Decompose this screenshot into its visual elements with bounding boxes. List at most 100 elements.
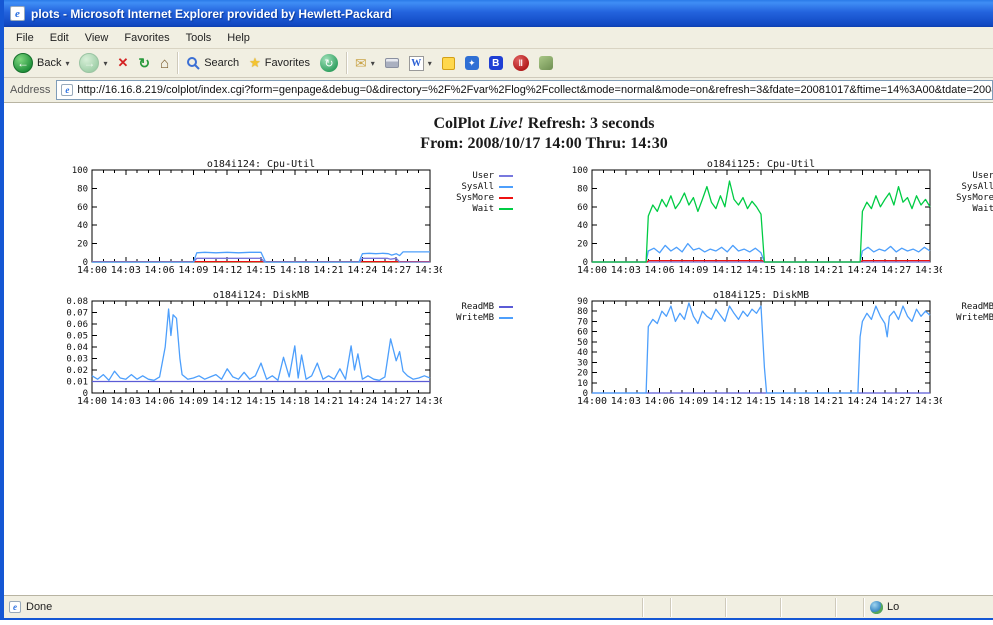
legend-cpu-o184i124: UserSysAllSysMoreWait — [442, 158, 513, 278]
menu-favorites[interactable]: Favorites — [116, 29, 177, 47]
svg-text:100: 100 — [572, 166, 588, 176]
back-dropdown-icon[interactable]: ▾ — [65, 59, 69, 68]
page-title-range: From: 2008/10/17 14:00 Thru: 14:30 — [4, 135, 993, 153]
svg-text:14:30: 14:30 — [915, 396, 942, 407]
svg-text:14:30: 14:30 — [415, 265, 442, 276]
hp-support-button[interactable] — [534, 54, 558, 72]
legend-line-swatch — [499, 186, 513, 188]
svg-text:14:27: 14:27 — [881, 265, 911, 276]
intranet-zone-icon — [870, 601, 883, 614]
favorites-button[interactable]: ★ Favorites — [244, 53, 315, 73]
legend-label: SysAll — [442, 182, 494, 192]
standard-toolbar: ← Back ▾ → ▾ ✕ ↻ ⌂ Search ★ Favorites — [4, 49, 993, 78]
legend-item: ReadMB — [942, 301, 993, 312]
svg-text:14:09: 14:09 — [678, 396, 708, 407]
home-button[interactable]: ⌂ — [155, 53, 174, 74]
forward-dropdown-icon[interactable]: ▾ — [103, 59, 107, 68]
svg-text:70: 70 — [577, 317, 588, 327]
back-icon: ← — [13, 53, 33, 73]
pause-icon: ‖ — [513, 55, 529, 71]
pause-button[interactable]: ‖ — [508, 53, 534, 73]
svg-text:14:15: 14:15 — [746, 396, 776, 407]
svg-text:14:12: 14:12 — [212, 396, 242, 407]
svg-text:o184i124: DiskMB: o184i124: DiskMB — [213, 290, 309, 301]
search-button[interactable]: Search — [181, 54, 244, 72]
legend-label: SysAll — [942, 182, 993, 192]
menu-view[interactable]: View — [77, 29, 117, 47]
svg-text:0.05: 0.05 — [66, 332, 88, 342]
svg-text:30: 30 — [577, 358, 588, 368]
address-bar: Address e http://16.16.8.219/colplot/ind… — [4, 78, 993, 103]
messenger-icon: B — [489, 56, 503, 70]
legend-item: SysAll — [942, 181, 993, 192]
ie-page-icon: e — [61, 84, 73, 96]
ie-page-icon: e — [10, 6, 25, 21]
hp-support-icon — [539, 56, 553, 70]
page-title-rest: Refresh: 3 seconds — [528, 115, 655, 132]
svg-text:14:03: 14:03 — [611, 396, 641, 407]
title-bar[interactable]: e plots - Microsoft Internet Explorer pr… — [4, 0, 993, 27]
svg-text:60: 60 — [577, 203, 588, 213]
window-title: plots - Microsoft Internet Explorer prov… — [31, 7, 392, 21]
svg-text:0.07: 0.07 — [66, 309, 88, 319]
legend-disk-o184i124: ReadMBWriteMB — [442, 289, 513, 409]
edit-in-word-button[interactable]: W ▾ — [404, 54, 437, 73]
svg-text:14:30: 14:30 — [415, 396, 442, 407]
legend-item: Wait — [442, 203, 513, 214]
toolbar-separator — [346, 52, 347, 74]
svg-text:80: 80 — [577, 184, 588, 194]
back-button[interactable]: ← Back ▾ — [8, 51, 74, 75]
legend-label: Wait — [942, 204, 993, 214]
status-pane — [780, 598, 835, 617]
menu-file[interactable]: File — [8, 29, 42, 47]
menu-help[interactable]: Help — [219, 29, 258, 47]
research-icon: ✦ — [465, 56, 479, 70]
legend-item: ReadMB — [442, 301, 513, 312]
status-zone: Lo — [863, 598, 993, 617]
svg-text:14:00: 14:00 — [77, 396, 107, 407]
legend-item: User — [942, 170, 993, 181]
edit-dropdown-icon[interactable]: ▾ — [428, 59, 432, 68]
history-icon: ↻ — [320, 54, 338, 72]
svg-text:20: 20 — [577, 240, 588, 250]
word-icon: W — [409, 56, 424, 71]
browser-window: e plots - Microsoft Internet Explorer pr… — [0, 0, 993, 620]
search-icon — [186, 56, 200, 70]
messenger-button[interactable]: B — [484, 54, 508, 72]
svg-text:14:27: 14:27 — [381, 396, 411, 407]
research-button[interactable]: ✦ — [460, 54, 484, 72]
svg-text:14:03: 14:03 — [111, 396, 141, 407]
status-bar: e Done Lo — [4, 595, 993, 618]
discuss-button[interactable] — [437, 55, 460, 72]
history-button[interactable]: ↻ — [315, 52, 343, 74]
svg-text:14:06: 14:06 — [145, 396, 175, 407]
forward-button[interactable]: → ▾ — [74, 51, 112, 75]
svg-text:14:15: 14:15 — [246, 265, 276, 276]
svg-text:14:24: 14:24 — [347, 265, 377, 276]
mail-dropdown-icon[interactable]: ▾ — [371, 59, 375, 68]
legend-line-swatch — [499, 208, 513, 210]
chart-cell-cpu-o184i125: 02040608010014:0014:0314:0614:0914:1214:… — [542, 158, 993, 278]
svg-text:14:09: 14:09 — [178, 265, 208, 276]
mail-button[interactable]: ✉ ▾ — [350, 53, 380, 74]
svg-text:40: 40 — [577, 348, 588, 358]
menu-tools[interactable]: Tools — [178, 29, 220, 47]
print-button[interactable] — [380, 56, 404, 70]
favorites-label: Favorites — [265, 57, 310, 69]
discuss-note-icon — [442, 57, 455, 70]
svg-text:14:27: 14:27 — [881, 396, 911, 407]
menu-edit[interactable]: Edit — [42, 29, 77, 47]
address-input[interactable]: e http://16.16.8.219/colplot/index.cgi?f… — [56, 80, 993, 100]
svg-text:14:06: 14:06 — [645, 396, 675, 407]
legend-line-swatch — [499, 306, 513, 308]
svg-text:14:12: 14:12 — [212, 265, 242, 276]
svg-text:14:21: 14:21 — [814, 265, 844, 276]
colplot-page: ColPlot Live! Refresh: 3 seconds From: 2… — [4, 103, 993, 153]
address-url-text: http://16.16.8.219/colplot/index.cgi?for… — [77, 84, 993, 96]
chart-cell-disk-o184i125: 010203040506070809014:0014:0314:0614:091… — [542, 289, 993, 409]
refresh-button[interactable]: ↻ — [133, 53, 155, 74]
legend-label: Wait — [442, 204, 494, 214]
stop-button[interactable]: ✕ — [113, 53, 134, 73]
legend-label: User — [942, 171, 993, 181]
chart-cell-cpu-o184i124: 02040608010014:0014:0314:0614:0914:1214:… — [42, 158, 513, 278]
